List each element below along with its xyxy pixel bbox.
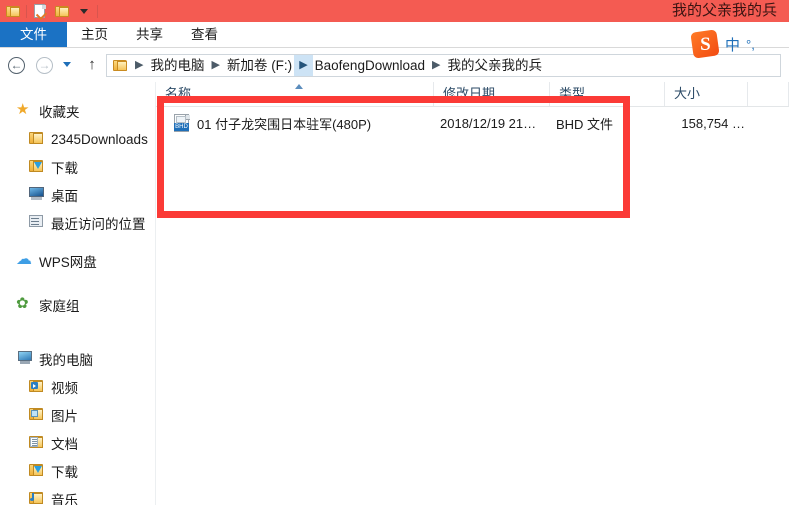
sidebar-item-label: 下载: [51, 161, 78, 176]
properties-icon[interactable]: [29, 1, 51, 21]
sidebar-item-label: 文档: [51, 437, 78, 452]
tab-share[interactable]: 共享: [122, 22, 177, 48]
file-icon-tag: BHD: [174, 123, 189, 131]
cell-file-name: 01 付子龙突围日本驻军(480P): [197, 116, 372, 132]
sidebar-group-wps-cloud[interactable]: WPS网盘: [16, 250, 97, 272]
sidebar-item-2345downloads[interactable]: 2345Downloads: [28, 128, 148, 150]
sidebar-group-favorites[interactable]: 收藏夹: [16, 100, 80, 122]
sidebar-group-homegroup[interactable]: 家庭组: [16, 294, 80, 316]
up-button[interactable]: ↑: [84, 57, 100, 73]
address-folder-icon: [113, 59, 128, 72]
breadcrumb-separator-0[interactable]: ▶: [130, 55, 148, 76]
tab-file[interactable]: 文件: [0, 22, 67, 48]
chevron-down-icon[interactable]: [73, 1, 95, 21]
column-header-date[interactable]: 修改日期: [434, 82, 550, 106]
breadcrumb-item-1[interactable]: 新加卷 (F:): [225, 55, 294, 76]
videos-folder-icon: [28, 379, 45, 395]
file-list-pane: 名称 修改日期 类型 大小 BHD 01 付子龙突围日本驻军(480P) 201…: [156, 82, 789, 505]
recent-locations-icon[interactable]: [63, 62, 71, 67]
breadcrumb-item-0[interactable]: 我的电脑: [148, 55, 206, 76]
sidebar-item-videos[interactable]: 视频: [28, 376, 78, 398]
sidebar-item-pictures[interactable]: 图片: [28, 404, 78, 426]
breadcrumb-separator-3[interactable]: ▶: [427, 55, 445, 76]
sidebar-group-label: 我的电脑: [39, 353, 93, 368]
forward-button[interactable]: →: [36, 57, 53, 74]
column-header-spare[interactable]: [748, 82, 789, 106]
pictures-folder-icon: [28, 407, 45, 423]
column-header-row: 名称 修改日期 类型 大小: [156, 82, 789, 107]
cloud-icon: [16, 253, 33, 269]
address-bar-row: ← → ↑ ▶ 我的电脑 ▶ 新加卷 (F:) ▶ BaofengDownloa…: [0, 48, 789, 82]
navigation-pane: 收藏夹 2345Downloads 下载 桌面 最近访问的位置 WPS网盘 家庭…: [0, 82, 155, 505]
column-header-name[interactable]: 名称: [156, 82, 434, 106]
cell-file-size: 158,754 …: [681, 115, 745, 131]
sidebar-item-label: 下载: [51, 465, 78, 480]
computer-icon: [16, 351, 33, 367]
column-header-label: 大小: [674, 86, 701, 101]
sidebar-item-documents[interactable]: 文档: [28, 432, 78, 454]
sogou-ime-bar[interactable]: S 中 °,: [690, 29, 784, 59]
new-folder-icon[interactable]: [51, 1, 73, 21]
sidebar-item-downloads-2[interactable]: 下载: [28, 460, 78, 482]
download-folder-icon: [28, 159, 45, 175]
sidebar-item-downloads[interactable]: 下载: [28, 156, 78, 178]
sidebar-item-label: 桌面: [51, 189, 78, 204]
desktop-icon: [28, 187, 45, 203]
sidebar-item-label: 最近访问的位置: [51, 217, 146, 232]
quick-access-toolbar: [2, 1, 100, 21]
folder-icon: [28, 131, 45, 147]
cell-file-type: BHD 文件: [556, 116, 614, 132]
breadcrumb-item-2[interactable]: BaofengDownload: [313, 55, 427, 76]
window-title: 我的父亲我的兵: [671, 2, 777, 19]
folder-icon[interactable]: [2, 1, 24, 21]
ime-punctuation-icon[interactable]: °,: [746, 37, 755, 52]
sidebar-group-label: 收藏夹: [39, 105, 80, 120]
homegroup-icon: [16, 297, 33, 313]
sogou-logo-letter: S: [699, 33, 711, 55]
star-icon: [16, 103, 33, 119]
tab-home[interactable]: 主页: [67, 22, 122, 48]
sidebar-item-desktop[interactable]: 桌面: [28, 184, 78, 206]
ribbon-tab-strip: 文件 主页 共享 查看: [0, 22, 789, 48]
sidebar-item-music[interactable]: 音乐: [28, 488, 78, 505]
toolbar-divider-2: [97, 4, 98, 18]
back-button[interactable]: ←: [8, 57, 25, 74]
cell-modified-date: 2018/12/19 21…: [440, 115, 537, 131]
breadcrumb-separator-2[interactable]: ▶: [294, 55, 313, 76]
tab-view[interactable]: 查看: [177, 22, 232, 48]
table-row[interactable]: BHD 01 付子龙突围日本驻军(480P) 2018/12/19 21… BH…: [156, 110, 789, 136]
breadcrumb-separator-1[interactable]: ▶: [206, 55, 224, 76]
sogou-logo-icon[interactable]: S: [690, 29, 720, 59]
bhd-file-icon: BHD: [173, 114, 191, 132]
toolbar-divider: [26, 4, 27, 18]
title-bar: 我的父亲我的兵: [0, 0, 789, 22]
sidebar-group-my-computer[interactable]: 我的电脑: [16, 348, 93, 370]
column-header-label: 修改日期: [443, 86, 496, 101]
sidebar-item-label: 音乐: [51, 493, 78, 505]
download-folder-icon: [28, 463, 45, 479]
music-folder-icon: [28, 491, 45, 505]
breadcrumb-item-3[interactable]: 我的父亲我的兵: [445, 55, 544, 76]
sidebar-item-label: 视频: [51, 381, 78, 396]
sidebar-item-recent-places[interactable]: 最近访问的位置: [28, 212, 146, 234]
sidebar-item-label: 2345Downloads: [51, 131, 148, 147]
column-header-size[interactable]: 大小: [665, 82, 748, 106]
column-header-type[interactable]: 类型: [550, 82, 665, 106]
column-header-label: 名称: [165, 86, 192, 101]
address-bar[interactable]: ▶ 我的电脑 ▶ 新加卷 (F:) ▶ BaofengDownload ▶ 我的…: [106, 54, 781, 77]
recent-places-icon: [28, 215, 45, 231]
sort-ascending-icon: [294, 84, 303, 89]
sidebar-group-label: WPS网盘: [39, 255, 97, 270]
sidebar-group-label: 家庭组: [39, 299, 80, 314]
documents-folder-icon: [28, 435, 45, 451]
column-header-label: 类型: [559, 86, 586, 101]
sidebar-item-label: 图片: [51, 409, 78, 424]
ime-mode-chinese[interactable]: 中: [725, 34, 740, 55]
file-explorer-window: 我的父亲我的兵 文件 主页 共享 查看 ← → ↑ ▶ 我的电脑 ▶ 新加卷 (…: [0, 0, 789, 505]
